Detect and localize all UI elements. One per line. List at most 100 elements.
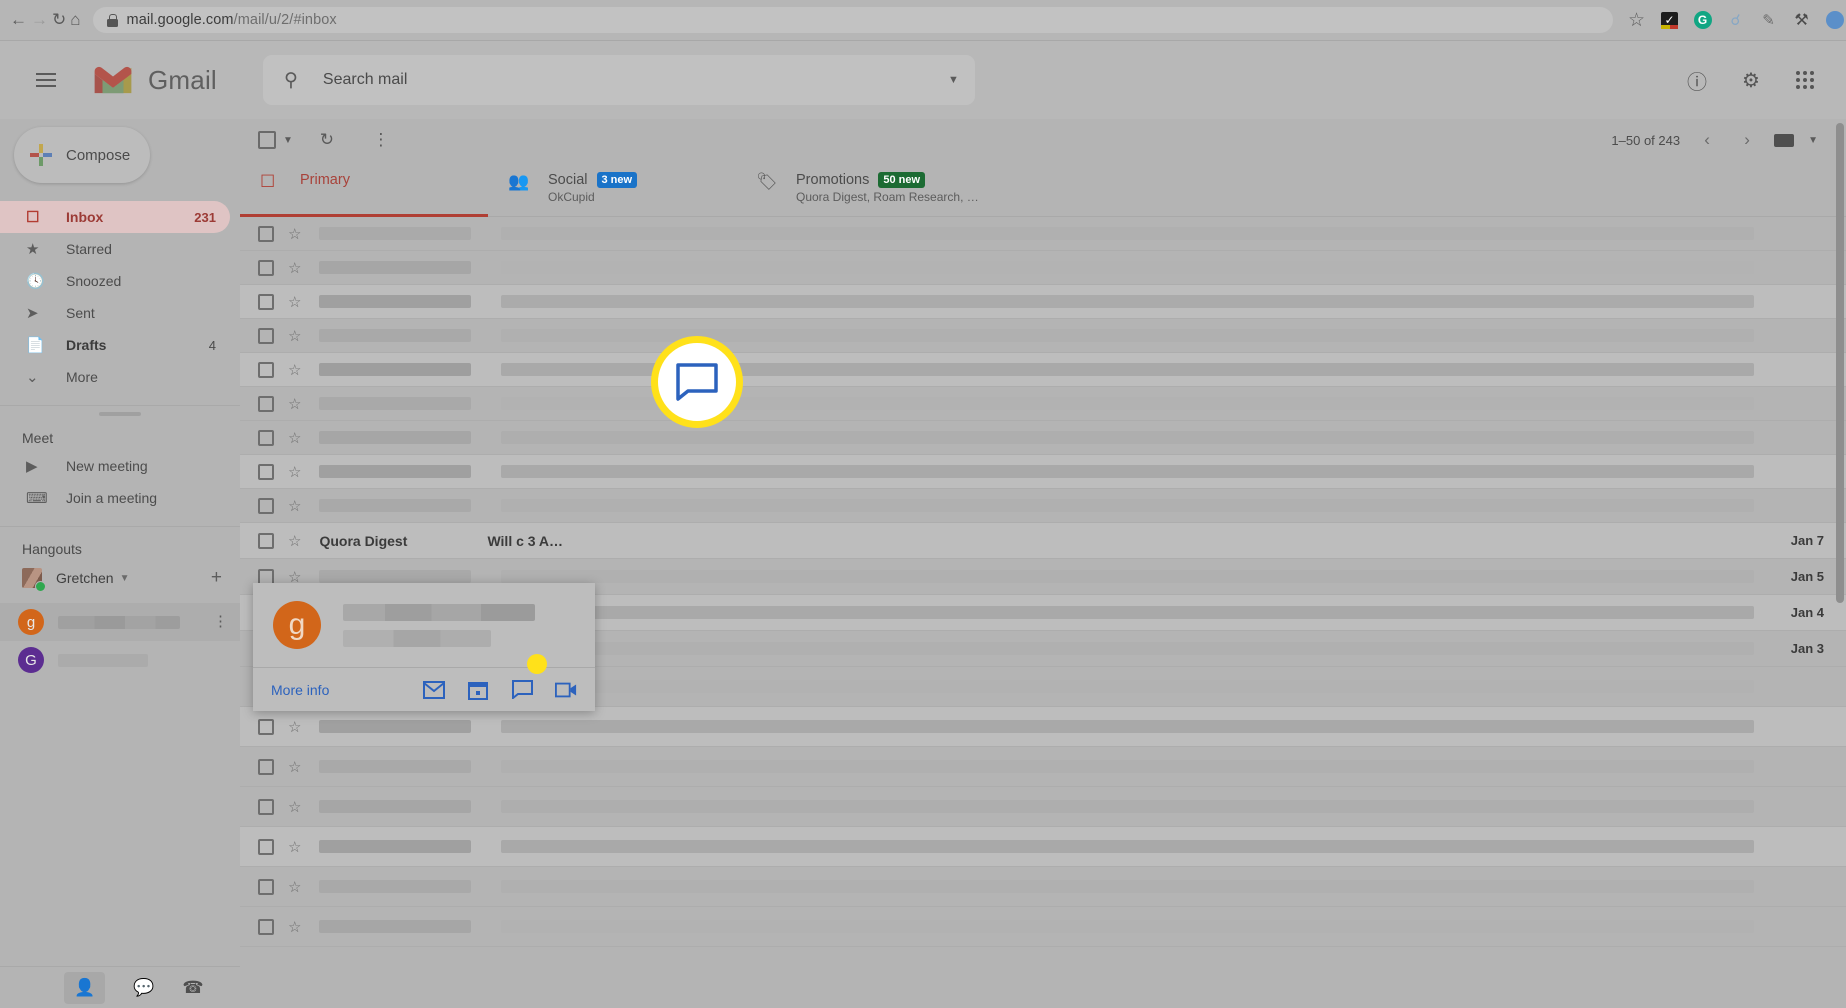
sidebar-item-sent[interactable]: ➤ Sent	[0, 297, 230, 329]
pen-extension-icon[interactable]: ✎	[1759, 10, 1779, 30]
profile-avatar-icon[interactable]	[1825, 10, 1845, 30]
star-icon[interactable]: ☆	[288, 878, 301, 896]
star-icon[interactable]: ☆	[288, 327, 301, 345]
list-item[interactable]: g ⋮	[0, 603, 240, 641]
table-row[interactable]: ☆	[240, 353, 1846, 387]
table-row[interactable]: ☆	[240, 787, 1846, 827]
scrollbar[interactable]	[1834, 119, 1846, 1008]
table-row[interactable]: ☆	[240, 707, 1846, 747]
row-checkbox[interactable]	[258, 463, 274, 480]
star-icon[interactable]: ☆	[288, 918, 301, 936]
phone-icon[interactable]: ☎	[182, 978, 203, 998]
hangouts-chat-icon[interactable]: 💬	[133, 978, 154, 998]
video-call-icon[interactable]	[555, 679, 577, 701]
sidebar-item-snoozed[interactable]: 🕓 Snoozed	[0, 265, 230, 297]
row-checkbox[interactable]	[258, 361, 274, 378]
kebab-menu-icon[interactable]: ⋮	[361, 120, 401, 160]
sidebar-item-inbox[interactable]: ☐ Inbox 231	[0, 201, 230, 233]
scrollbar-thumb[interactable]	[1836, 123, 1844, 603]
star-icon[interactable]: ☆	[288, 798, 301, 816]
help-icon[interactable]: ⓘ	[1680, 63, 1714, 97]
tab-primary[interactable]: ☐ Primary	[240, 161, 488, 217]
chevron-right-icon[interactable]: ›	[1734, 130, 1760, 150]
list-item[interactable]: G	[0, 641, 240, 679]
star-icon[interactable]: ☆	[288, 395, 301, 413]
hangouts-user-row[interactable]: Gretchen ▼ +	[0, 561, 240, 595]
puzzle-extensions-icon[interactable]: ⚒	[1792, 10, 1812, 30]
chevron-down-icon[interactable]: ▼	[948, 74, 959, 86]
row-checkbox[interactable]	[258, 293, 274, 310]
star-icon[interactable]: ☆	[288, 429, 301, 447]
sidebar-item-more[interactable]: ⌄ More	[0, 361, 230, 393]
row-checkbox[interactable]	[258, 918, 274, 935]
contact-hover-card[interactable]: g More info	[253, 583, 595, 711]
tab-promotions[interactable]: 🏷 Promotions 50 new Quora Digest, Roam R…	[736, 161, 1156, 216]
row-checkbox[interactable]	[258, 878, 274, 895]
star-icon[interactable]: ☆	[288, 532, 301, 550]
compose-button[interactable]: Compose	[14, 127, 150, 183]
email-icon[interactable]	[423, 679, 445, 701]
tab-social[interactable]: 👥 Social 3 new OkCupid	[488, 161, 736, 216]
row-checkbox[interactable]	[258, 225, 274, 242]
table-row[interactable]: ☆	[240, 319, 1846, 353]
table-row[interactable]: ☆	[240, 907, 1846, 947]
back-arrow-icon[interactable]: ←	[10, 5, 27, 35]
calendar-icon[interactable]	[467, 679, 489, 701]
chevron-down-icon[interactable]: ▼	[1808, 135, 1818, 146]
table-row[interactable]: ☆	[240, 285, 1846, 319]
chat-bubble-icon[interactable]	[511, 679, 533, 701]
keyboard-icon[interactable]	[1774, 133, 1795, 147]
sidebar-item-join-meeting[interactable]: ⌨ Join a meeting	[0, 482, 230, 514]
checkbox-extension-icon[interactable]: ✓	[1660, 10, 1680, 30]
table-row[interactable]: ☆	[240, 421, 1846, 455]
row-checkbox[interactable]	[258, 532, 274, 549]
star-icon[interactable]: ☆	[288, 463, 301, 481]
star-icon[interactable]: ☆	[288, 259, 301, 277]
table-row[interactable]: ☆ Quora Digest Will c 3 A… Jan 7	[240, 523, 1846, 559]
star-icon[interactable]: ☆	[288, 718, 301, 736]
row-checkbox[interactable]	[258, 259, 274, 276]
row-checkbox[interactable]	[258, 395, 274, 412]
table-row[interactable]: ☆	[240, 747, 1846, 787]
kebab-menu-icon[interactable]: ⋮	[213, 614, 228, 629]
apps-grid-icon[interactable]	[1788, 63, 1822, 97]
hamburger-menu-icon[interactable]	[22, 56, 70, 104]
plus-icon[interactable]: +	[211, 567, 222, 589]
search-input[interactable]: ⚲ Search mail ▼	[262, 55, 975, 105]
row-checkbox[interactable]	[258, 838, 274, 855]
star-icon[interactable]: ☆	[288, 293, 301, 311]
star-icon[interactable]: ☆	[288, 838, 301, 856]
star-icon[interactable]: ☆	[288, 225, 301, 243]
table-row[interactable]: ☆	[240, 867, 1846, 907]
grammarly-icon[interactable]: G	[1693, 10, 1713, 30]
chevron-down-icon[interactable]: ▼	[283, 135, 293, 146]
row-checkbox[interactable]	[258, 718, 274, 735]
chevron-down-icon[interactable]: ▼	[120, 573, 130, 584]
row-checkbox[interactable]	[258, 798, 274, 815]
reload-icon[interactable]: ↻	[52, 5, 66, 35]
row-checkbox[interactable]	[258, 758, 274, 775]
table-row[interactable]: ☆	[240, 489, 1846, 523]
table-row[interactable]: ☆	[240, 217, 1846, 251]
star-icon[interactable]: ☆	[288, 497, 301, 515]
row-checkbox[interactable]	[258, 429, 274, 446]
gear-icon[interactable]: ⚙	[1734, 63, 1768, 97]
more-info-link[interactable]: More info	[271, 682, 329, 698]
star-icon[interactable]: ☆	[1627, 10, 1647, 31]
select-all-checkbox[interactable]	[258, 131, 276, 149]
star-icon[interactable]: ☆	[288, 361, 301, 379]
contacts-person-icon[interactable]: 👤	[64, 971, 106, 1004]
row-checkbox[interactable]	[258, 327, 274, 344]
table-row[interactable]: ☆	[240, 387, 1846, 421]
chevron-left-icon[interactable]: ‹	[1694, 130, 1720, 150]
refresh-icon[interactable]: ↻	[307, 120, 347, 160]
table-row[interactable]: ☆	[240, 455, 1846, 489]
row-checkbox[interactable]	[258, 497, 274, 514]
home-icon[interactable]: ⌂	[70, 5, 80, 35]
sidebar-item-new-meeting[interactable]: ▶ New meeting	[0, 450, 230, 482]
table-row[interactable]: ☆	[240, 827, 1846, 867]
star-icon[interactable]: ☆	[288, 758, 301, 776]
table-row[interactable]: ☆	[240, 251, 1846, 285]
sidebar-item-starred[interactable]: ★ Starred	[0, 233, 230, 265]
forward-arrow-icon[interactable]: →	[31, 5, 48, 35]
